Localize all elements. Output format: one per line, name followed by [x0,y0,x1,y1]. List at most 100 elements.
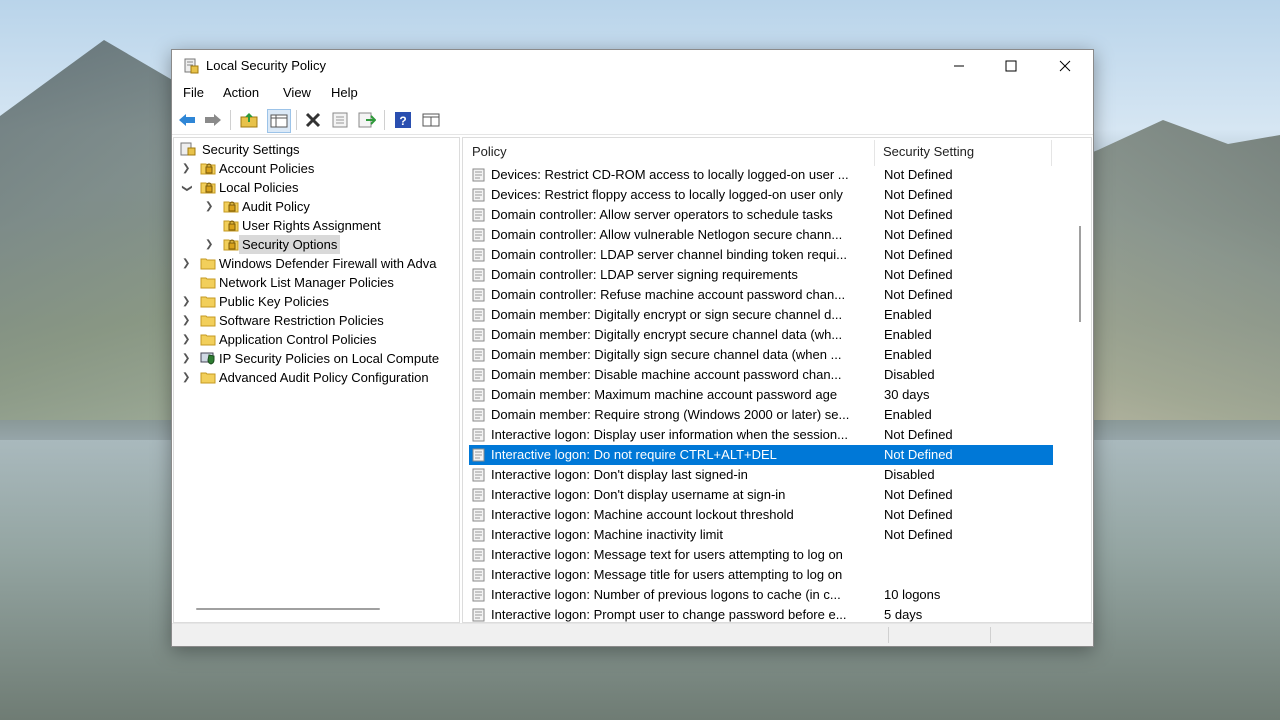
policy-row[interactable]: Domain controller: Allow server operator… [469,205,1053,225]
column-header-policy[interactable]: Policy [472,138,507,166]
menu-file[interactable]: File [183,85,204,100]
policy-name: Domain controller: Allow server operator… [491,207,833,222]
policy-row[interactable]: Domain member: Digitally encrypt secure … [469,325,1053,345]
expand-chevron-icon[interactable]: ❯ [182,159,192,178]
security-setting-value: Not Defined [884,267,953,282]
policy-row[interactable]: Interactive logon: Don't display last si… [469,465,1053,485]
policy-list-pane[interactable]: ^ Policy Security Setting Devices: Restr… [462,137,1092,623]
expand-chevron-icon[interactable]: ❯ [182,368,192,387]
policy-icon [472,268,485,282]
policy-name: Interactive logon: Machine inactivity li… [491,527,723,542]
export-list-button[interactable] [356,109,378,131]
menu-view[interactable]: View [283,85,311,100]
up-folder-button[interactable] [238,109,260,131]
policy-row[interactable]: Domain member: Maximum machine account p… [469,385,1053,405]
policy-row[interactable]: Domain controller: LDAP server signing r… [469,265,1053,285]
policy-row[interactable]: Domain controller: LDAP server channel b… [469,245,1053,265]
console-icon [422,113,440,127]
expand-chevron-icon[interactable]: ❯ [182,330,192,349]
policy-icon [472,528,485,542]
policy-row[interactable]: Interactive logon: Message title for use… [469,565,1053,585]
policy-name: Domain member: Digitally sign secure cha… [491,347,842,362]
security-setting-value: 10 logons [884,587,941,602]
show-hide-tree-button[interactable] [267,109,291,133]
expand-chevron-icon[interactable]: ❯ [205,197,215,216]
lock-folder-icon [200,182,216,194]
folder-icon [200,277,216,289]
policy-row[interactable]: Domain member: Require strong (Windows 2… [469,405,1053,425]
forward-icon [205,114,221,126]
policy-icon [472,608,485,622]
policy-icon [472,368,485,382]
status-bar [172,623,1093,646]
window-title: Local Security Policy [206,58,326,73]
policy-row[interactable]: Domain member: Digitally encrypt or sign… [469,305,1053,325]
policy-row[interactable]: Interactive logon: Machine inactivity li… [469,525,1053,545]
policy-row[interactable]: Domain controller: Allow vulnerable Netl… [469,225,1053,245]
menu-help[interactable]: Help [331,85,358,100]
close-button[interactable] [1042,50,1088,82]
forward-button[interactable] [202,109,224,131]
security-setting-value: Not Defined [884,507,953,522]
policy-row[interactable]: Devices: Restrict floppy access to local… [469,185,1053,205]
minimize-button[interactable] [936,50,982,82]
policy-row[interactable]: Domain member: Disable machine account p… [469,365,1053,385]
expand-chevron-icon[interactable]: ❯ [182,349,192,368]
title-bar[interactable]: Local Security Policy [172,50,1093,82]
policy-row[interactable]: Interactive logon: Prompt user to change… [469,605,1053,622]
security-setting-value: 5 days [884,607,923,622]
security-setting-value: Not Defined [884,487,953,502]
policy-icon [472,428,485,442]
policy-icon [472,548,485,562]
export-list-icon [358,112,376,128]
help-button[interactable]: ? [392,109,414,131]
tree-pane[interactable]: Security Settings ❯ Account Policies ❮ Loca… [173,137,460,623]
policy-row[interactable]: Interactive logon: Machine account locko… [469,505,1053,525]
vertical-scrollbar[interactable] [1079,226,1081,322]
tree-item-label: Advanced Audit Policy Configuration [219,370,429,385]
column-header-security-setting[interactable]: Security Setting [883,138,974,166]
maximize-button[interactable] [988,50,1034,82]
console-button[interactable] [420,109,442,131]
folder-icon [200,258,216,270]
toolbar: ? [172,104,1093,135]
lock-folder-icon [223,239,239,251]
properties-button[interactable] [329,109,351,131]
policy-name: Interactive logon: Prompt user to change… [491,607,847,622]
delete-icon [305,112,321,128]
security-setting-value: Disabled [884,467,935,482]
policy-name: Domain member: Disable machine account p… [491,367,842,382]
close-icon [1059,60,1071,72]
policy-icon [472,448,485,462]
folder-icon [200,296,216,308]
expand-chevron-icon[interactable]: ❯ [182,254,192,273]
policy-row[interactable]: Interactive logon: Number of previous lo… [469,585,1053,605]
expand-chevron-icon[interactable]: ❯ [205,235,215,254]
main-window: Local Security Policy File Action View H… [171,49,1094,647]
back-button[interactable] [176,109,198,131]
policy-row[interactable]: Interactive logon: Display user informat… [469,425,1053,445]
menu-action[interactable]: Action [223,85,259,100]
delete-button[interactable] [302,109,324,131]
expand-chevron-icon[interactable]: ❯ [182,311,192,330]
policy-row[interactable]: Interactive logon: Do not require CTRL+A… [469,445,1053,465]
expand-chevron-icon[interactable]: ❯ [182,292,192,311]
security-setting-value: Not Defined [884,427,953,442]
show-hide-tree-icon [270,114,288,128]
policy-name: Domain controller: Allow vulnerable Netl… [491,227,843,242]
policy-row[interactable]: Devices: Restrict CD-ROM access to local… [469,165,1053,185]
policy-row[interactable]: Interactive logon: Don't display usernam… [469,485,1053,505]
policy-row[interactable]: Interactive logon: Message text for user… [469,545,1053,565]
policy-name: Domain member: Digitally encrypt or sign… [491,307,843,322]
policy-row[interactable]: Domain member: Digitally sign secure cha… [469,345,1053,365]
policy-name: Interactive logon: Display user informat… [491,427,848,442]
folder-icon [200,372,216,384]
policy-name: Interactive logon: Message text for user… [491,547,843,562]
policy-name: Interactive logon: Machine account locko… [491,507,794,522]
policy-row[interactable]: Domain controller: Refuse machine accoun… [469,285,1053,305]
horizontal-scrollbar[interactable] [196,608,380,610]
svg-text:?: ? [399,114,406,128]
security-setting-value: Enabled [884,307,932,322]
tree-item-label: Application Control Policies [219,332,377,347]
collapse-chevron-icon[interactable]: ❮ [178,183,197,192]
